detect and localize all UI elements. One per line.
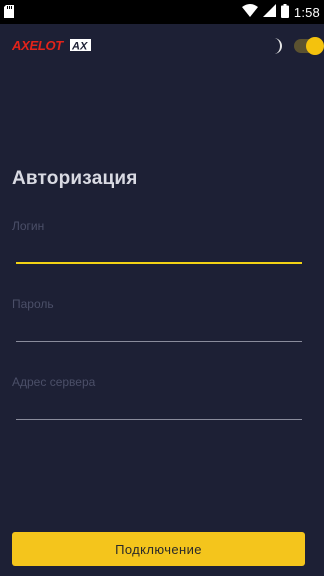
status-time: 1:58	[293, 4, 320, 20]
login-field-group: Логин	[12, 219, 302, 267]
moon-icon	[266, 37, 284, 55]
app-header: AXELOT AX	[0, 24, 324, 68]
password-input[interactable]	[16, 313, 302, 341]
toggle-knob	[306, 37, 324, 55]
axelot-logo: AXELOT AX	[11, 38, 92, 53]
login-underline	[16, 262, 302, 264]
sd-card-icon	[4, 5, 14, 21]
page-title: Авторизация	[12, 168, 138, 189]
server-input[interactable]	[16, 391, 302, 419]
signal-icon	[262, 4, 276, 20]
wifi-icon	[241, 4, 258, 20]
battery-icon	[280, 3, 289, 21]
connect-button[interactable]: Подключение	[12, 532, 305, 566]
server-label: Адрес сервера	[12, 375, 96, 389]
login-input[interactable]	[16, 235, 302, 263]
server-underline	[16, 419, 302, 420]
password-label: Пароль	[12, 297, 54, 311]
svg-text:AX: AX	[71, 41, 88, 53]
server-field-group: Адрес сервера	[12, 375, 302, 423]
status-bar: 1:58	[0, 0, 324, 24]
theme-toggle[interactable]	[294, 37, 324, 55]
login-label: Логин	[12, 219, 45, 233]
password-field-group: Пароль	[12, 297, 302, 345]
svg-text:AXELOT: AXELOT	[12, 38, 64, 52]
password-underline	[16, 341, 302, 342]
